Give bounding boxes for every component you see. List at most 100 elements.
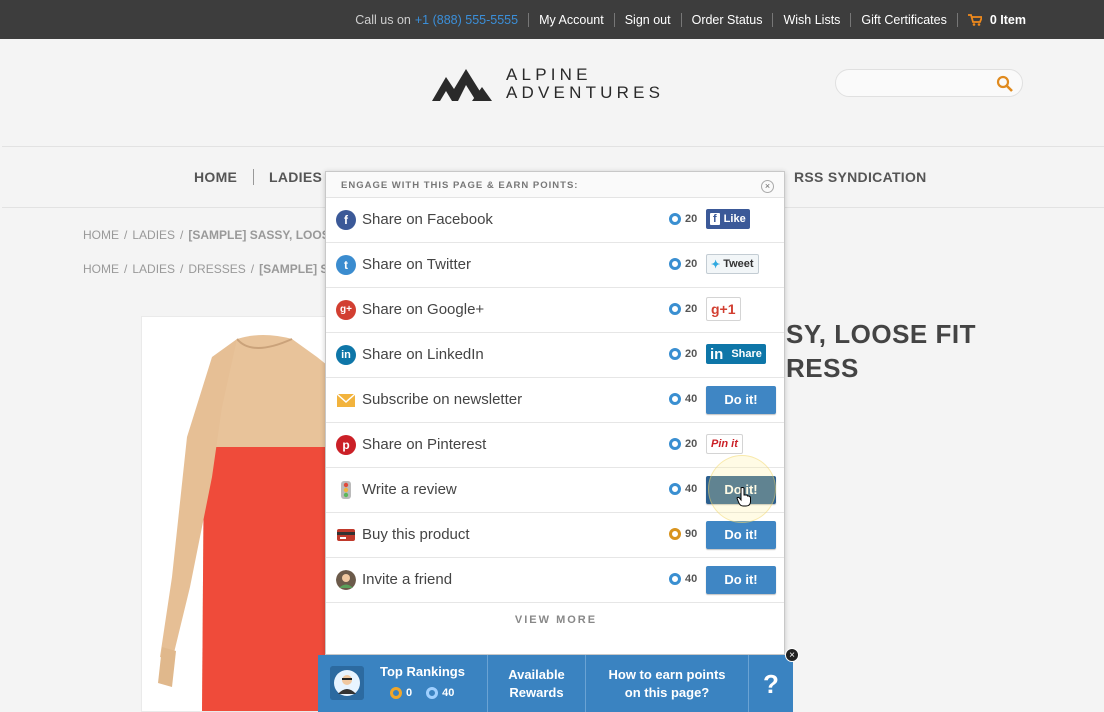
points-badge: 20 (669, 303, 697, 315)
subscribe-do-it-button[interactable]: Do it! (706, 386, 776, 414)
top-bar: Call us on +1 (888) 555-5555 My Account … (0, 0, 1104, 39)
breadcrumb-current: [SAMPLE] SASSY, LOOSE I (188, 228, 345, 242)
points-icon (669, 528, 681, 540)
list-item: g+ Share on Google+ 20 g+1 (326, 288, 784, 333)
nav-rss-syndication[interactable]: RSS SYNDICATION (794, 169, 927, 185)
action-label: Share on LinkedIn (362, 346, 484, 363)
breadcrumb: HOME / LADIES / [SAMPLE] SASSY, LOOSE I (83, 228, 345, 242)
cart-icon (967, 13, 982, 26)
points-icon (669, 303, 681, 315)
rewards-bar: Top Rankings 0 40 Available Rewards How t… (318, 655, 793, 712)
action-label: Share on Twitter (362, 256, 471, 273)
action-label: Write a review (362, 481, 457, 498)
points-badge: 20 (669, 438, 697, 450)
action-label: Share on Google+ (362, 301, 485, 318)
points-badge: 20 (669, 258, 697, 270)
list-item: in Share on LinkedIn 20 in Share (326, 333, 784, 378)
wish-lists-link[interactable]: Wish Lists (783, 13, 840, 27)
breadcrumb: HOME / LADIES / DRESSES / [SAMPLE] SASS (83, 262, 354, 276)
points-icon (669, 348, 681, 360)
cart-link[interactable]: 0 Item (967, 13, 1026, 27)
mountain-logo-icon (432, 69, 492, 101)
rewards-line2: Rewards (509, 684, 564, 700)
available-rewards-button[interactable]: Available Rewards (488, 655, 586, 712)
breadcrumb-ladies[interactable]: LADIES (132, 228, 175, 242)
gold-points-icon (390, 687, 402, 699)
points-badge: 40 (669, 483, 697, 495)
points-badge: 20 (669, 348, 697, 360)
list-item: Invite a friend 40 Do it! (326, 558, 784, 603)
nav-home[interactable]: HOME (194, 169, 237, 185)
list-item: f Share on Facebook 20 f Like (326, 198, 784, 243)
earn-line1: How to earn points (608, 666, 726, 682)
product-title-line1: SY, LOOSE FIT (786, 319, 976, 349)
top-rankings-label: Top Rankings (380, 664, 465, 679)
linkedin-icon: in (336, 345, 356, 365)
pinterest-icon: p (336, 435, 356, 455)
twitter-tweet-button[interactable]: ✦ Tweet (706, 254, 759, 274)
sign-out-link[interactable]: Sign out (625, 13, 671, 27)
points-badge: 90 (669, 528, 697, 540)
breadcrumb-ladies[interactable]: LADIES (132, 262, 175, 276)
buy-product-do-it-button[interactable]: Do it! (706, 521, 776, 549)
newsletter-envelope-icon (336, 393, 356, 407)
points-icon (669, 393, 681, 405)
user-points: 0 40 (390, 684, 454, 702)
action-label: Subscribe on newsletter (362, 391, 523, 408)
blue-points-value: 40 (442, 687, 455, 699)
my-account-link[interactable]: My Account (539, 13, 604, 27)
how-to-earn-button[interactable]: How to earn points on this page? (586, 655, 749, 712)
google-plus-one-button[interactable]: g+1 (706, 297, 741, 321)
rewards-line1: Available (508, 666, 565, 682)
points-icon (669, 213, 681, 225)
facebook-icon: f (336, 210, 356, 230)
logo-line2: ADVENTURES (506, 83, 665, 102)
product-title: SY, LOOSE FIT RESS (786, 317, 976, 385)
dress-image (158, 335, 340, 711)
breadcrumb-home[interactable]: HOME (83, 228, 119, 242)
invite-friend-do-it-button[interactable]: Do it! (706, 566, 776, 594)
hand-cursor-icon (736, 487, 751, 507)
breadcrumb-home[interactable]: HOME (83, 262, 119, 276)
linkedin-share-button[interactable]: in Share (706, 344, 766, 364)
blue-points-icon (426, 687, 439, 699)
close-icon[interactable]: × (761, 180, 774, 193)
logo-line1: ALPINE (506, 65, 592, 84)
logo[interactable]: ALPINE ADVENTURES (432, 65, 664, 103)
list-item: Buy this product 90 Do it! (326, 513, 784, 558)
points-icon (669, 483, 681, 495)
search-icon[interactable] (996, 75, 1014, 93)
gift-certificates-link[interactable]: Gift Certificates (861, 13, 946, 27)
call-label: Call us on (355, 12, 411, 27)
points-badge: 40 (669, 573, 697, 585)
facebook-like-button[interactable]: f Like (706, 209, 750, 229)
product-title-line2: RESS (786, 353, 859, 383)
action-label: Buy this product (362, 526, 470, 543)
pinterest-pin-button[interactable]: Pin it (706, 434, 743, 454)
top-rankings-button[interactable]: Top Rankings 0 40 (318, 655, 488, 712)
points-badge: 20 (669, 213, 697, 225)
friend-avatar-icon (336, 570, 356, 590)
action-label: Invite a friend (362, 571, 453, 588)
points-icon (669, 573, 681, 585)
popup-title: ENGAGE WITH THIS PAGE & EARN POINTS: (341, 180, 579, 191)
action-label: Share on Facebook (362, 211, 493, 228)
earn-line2: on this page? (624, 684, 710, 700)
twitter-icon: t (336, 255, 356, 275)
earn-points-popup: ENGAGE WITH THIS PAGE & EARN POINTS: × f… (325, 171, 785, 655)
breadcrumb-dresses[interactable]: DRESSES (188, 262, 245, 276)
help-button[interactable]: ? (749, 655, 793, 712)
nav-ladies[interactable]: LADIES (269, 169, 322, 185)
credit-card-icon (337, 529, 355, 541)
points-badge: 40 (669, 393, 697, 405)
view-more-link[interactable]: VIEW MORE (326, 614, 786, 626)
list-item: t Share on Twitter 20 ✦ Tweet (326, 243, 784, 288)
rewards-bar-close-icon[interactable]: × (785, 648, 799, 662)
phone-link[interactable]: +1 (888) 555-5555 (415, 13, 518, 27)
product-image[interactable] (141, 316, 341, 712)
site-header: ALPINE ADVENTURES (2, 39, 1104, 147)
order-status-link[interactable]: Order Status (692, 13, 763, 27)
search-input[interactable] (835, 69, 1023, 97)
review-traffic-light-icon (341, 481, 351, 499)
list-item: Subscribe on newsletter 40 Do it! (326, 378, 784, 423)
